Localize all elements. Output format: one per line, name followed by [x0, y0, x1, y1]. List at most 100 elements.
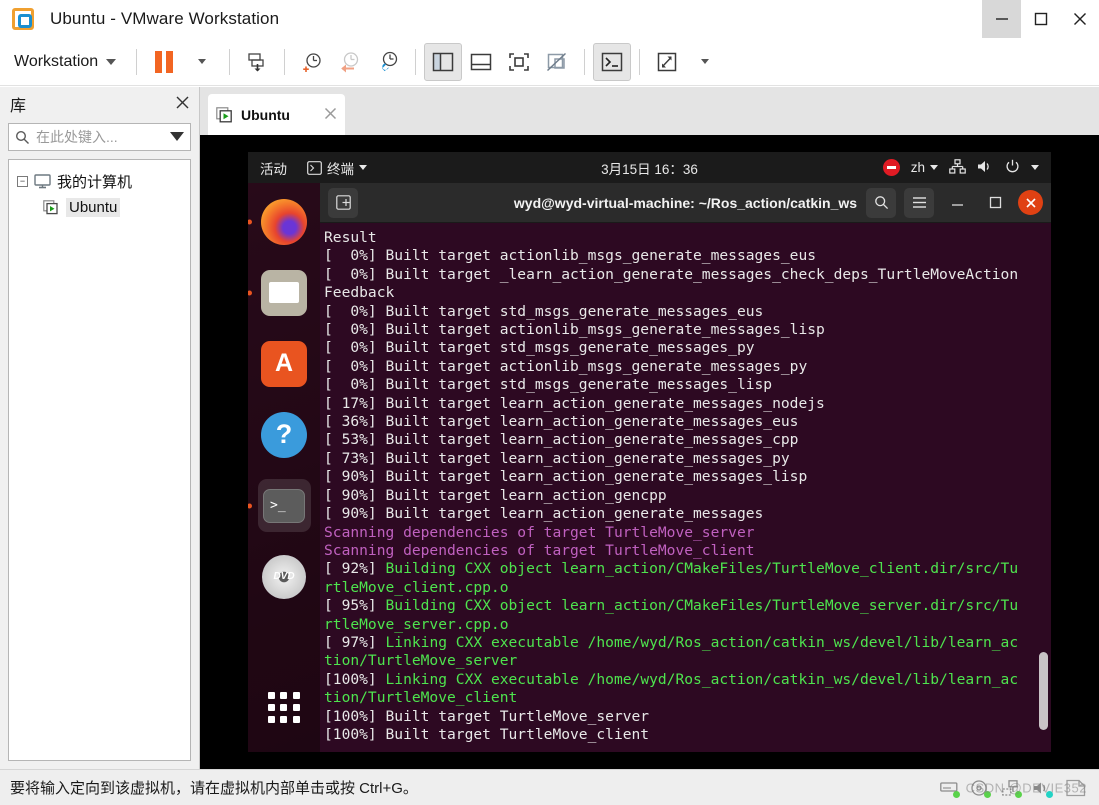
snapshot-manager-button[interactable] [369, 43, 407, 81]
new-tab-button[interactable] [328, 187, 358, 218]
terminal-window[interactable]: wyd@wyd-virtual-machine: ~/Ros_action/ca… [320, 183, 1051, 752]
terminal-search-button[interactable] [866, 187, 896, 218]
running-indicator [248, 290, 252, 295]
chevron-down-icon [106, 58, 117, 65]
dock-item-show-apps[interactable] [258, 681, 311, 734]
vm-console-area[interactable]: 活动 终端 3月15日 16：36 zh A ? >_ DVD wyd@wyd-… [200, 135, 1099, 769]
toolbar-divider [284, 48, 286, 75]
terminal-line-prefix: [ 92%] [324, 560, 386, 578]
dock-item-ubuntu-software[interactable]: A [258, 337, 311, 390]
terminal-scrollbar[interactable] [1039, 652, 1048, 730]
terminal-prompt-line: wyd@wyd-virtual-machine:~/Ros_action/cat… [324, 744, 1051, 752]
workstation-menu-label: Workstation [14, 52, 99, 70]
running-indicator [248, 219, 252, 224]
firefox-icon [261, 198, 307, 245]
terminal-menu-button[interactable] [904, 187, 934, 218]
terminal-line-text: Building CXX object learn_action/CMakeFi… [385, 597, 1019, 615]
unity-mode-button[interactable] [538, 43, 576, 81]
chevron-down-icon [701, 59, 710, 64]
library-panel: 库 在此处键入... − 我的计算机 Ubuntu [0, 87, 200, 769]
stretch-guest-button[interactable] [648, 43, 686, 81]
suspend-dropdown[interactable] [183, 43, 221, 81]
maximize-button[interactable] [1021, 0, 1060, 38]
volume-icon[interactable] [977, 159, 994, 177]
terminal-line-prefix: [ 95%] [324, 597, 386, 615]
dvd-icon: DVD [262, 554, 306, 599]
terminal-restore-button[interactable] [980, 188, 1010, 218]
library-search-box[interactable]: 在此处键入... [8, 123, 191, 151]
chevron-down-icon [198, 59, 207, 64]
library-header: 库 [0, 87, 199, 121]
search-input-placeholder[interactable]: 在此处键入... [36, 127, 164, 147]
dock-item-terminal[interactable]: >_ [248, 479, 311, 532]
library-title: 库 [10, 98, 27, 115]
revert-snapshot-button[interactable] [331, 43, 369, 81]
show-library-button[interactable] [424, 42, 463, 81]
tree-item-my-computer[interactable]: − 我的计算机 [13, 168, 186, 194]
power-button[interactable] [238, 43, 276, 81]
terminal-line-text: Scanning dependencies of target TurtleMo… [324, 541, 755, 559]
terminal-line-text: Result [324, 229, 377, 246]
ubuntu-desktop[interactable]: 活动 终端 3月15日 16：36 zh A ? >_ DVD wyd@wyd-… [248, 152, 1051, 752]
tab-close-button[interactable] [324, 107, 337, 122]
console-view-button[interactable] [593, 42, 632, 81]
expander-icon[interactable]: − [17, 175, 28, 187]
terminal-line-text: [100%] Built target TurtleMove_client [324, 725, 650, 743]
status-bar: 要将输入定向到该虚拟机，请在虚拟机内部单击或按 Ctrl+G。 CSDN @DE… [0, 769, 1099, 805]
input-method-indicator[interactable]: zh [911, 160, 938, 175]
minimize-button[interactable] [982, 0, 1021, 38]
power-icon[interactable] [1005, 159, 1020, 177]
chevron-down-icon[interactable] [1031, 165, 1039, 170]
terminal-line: Scanning dependencies of target TurtleMo… [324, 542, 1051, 560]
network-icon[interactable] [949, 158, 966, 177]
close-button[interactable] [1060, 0, 1099, 38]
terminal-line: [ 0%] Built target _learn_action_generat… [324, 266, 1051, 284]
close-icon [1025, 197, 1036, 208]
dock-item-files[interactable] [248, 266, 311, 319]
show-thumbnail-bar-button[interactable] [462, 43, 500, 81]
help-icon: ? [261, 411, 307, 458]
terminal-line-text: Feedback [324, 284, 395, 302]
status-message: 要将输入定向到该虚拟机，请在虚拟机内部单击或按 Ctrl+G。 [10, 780, 418, 797]
terminal-line-text: [ 0%] Built target std_msgs_generate_mes… [324, 376, 773, 394]
terminal-line: [ 90%] Built target learn_action_gencpp [324, 487, 1051, 505]
toolbar-divider [136, 48, 138, 75]
terminal-line: Result [324, 229, 1051, 247]
library-close-button[interactable] [176, 96, 189, 113]
terminal-output[interactable]: Result[ 0%] Built target actionlib_msgs_… [320, 223, 1051, 752]
dock-item-dvd[interactable]: DVD [258, 550, 311, 603]
workstation-menu-button[interactable]: Workstation [0, 53, 128, 71]
new-tab-icon [335, 195, 351, 210]
hard-disk-status-icon[interactable] [939, 779, 960, 798]
no-entry-icon[interactable] [882, 159, 900, 176]
terminal-line: [ 0%] Built target std_msgs_generate_mes… [324, 376, 1051, 394]
tab-ubuntu[interactable]: Ubuntu [208, 94, 345, 135]
ubuntu-dock: A ? >_ DVD [248, 183, 320, 752]
terminal-minimize-button[interactable] [942, 188, 972, 218]
terminal-line: Scanning dependencies of target TurtleMo… [324, 524, 1051, 542]
app-menu-label: 终端 [327, 161, 354, 177]
activities-button[interactable]: 活动 [260, 158, 287, 178]
terminal-line-text: tion/TurtleMove_server [324, 652, 518, 670]
stretch-dropdown[interactable] [686, 43, 724, 81]
suspend-button[interactable] [145, 43, 183, 81]
terminal-line: [ 36%] Built target learn_action_generat… [324, 413, 1051, 431]
dock-item-help[interactable]: ? [258, 408, 311, 461]
terminal-line-text: [100%] Built target TurtleMove_server [324, 707, 650, 725]
stretch-icon [657, 52, 677, 71]
take-snapshot-button[interactable] [293, 43, 331, 81]
terminal-close-button[interactable] [1018, 190, 1043, 215]
terminal-line: [ 0%] Built target actionlib_msgs_genera… [324, 247, 1051, 265]
vm-tab-strip: Ubuntu [200, 87, 1099, 135]
terminal-line-text: [ 36%] Built target learn_action_generat… [324, 413, 799, 431]
search-icon [874, 196, 888, 210]
fullscreen-button[interactable] [500, 43, 538, 81]
app-menu-button[interactable]: 终端 [307, 158, 367, 178]
terminal-line-text: [ 0%] Built target std_msgs_generate_mes… [324, 339, 755, 357]
tree-item-ubuntu[interactable]: Ubuntu [13, 194, 186, 220]
files-icon [261, 269, 307, 316]
terminal-line-text: [ 0%] Built target actionlib_msgs_genera… [324, 357, 808, 375]
bottom-panel-icon [470, 53, 492, 70]
chevron-down-icon[interactable] [170, 128, 184, 146]
dock-item-firefox[interactable] [248, 195, 311, 248]
